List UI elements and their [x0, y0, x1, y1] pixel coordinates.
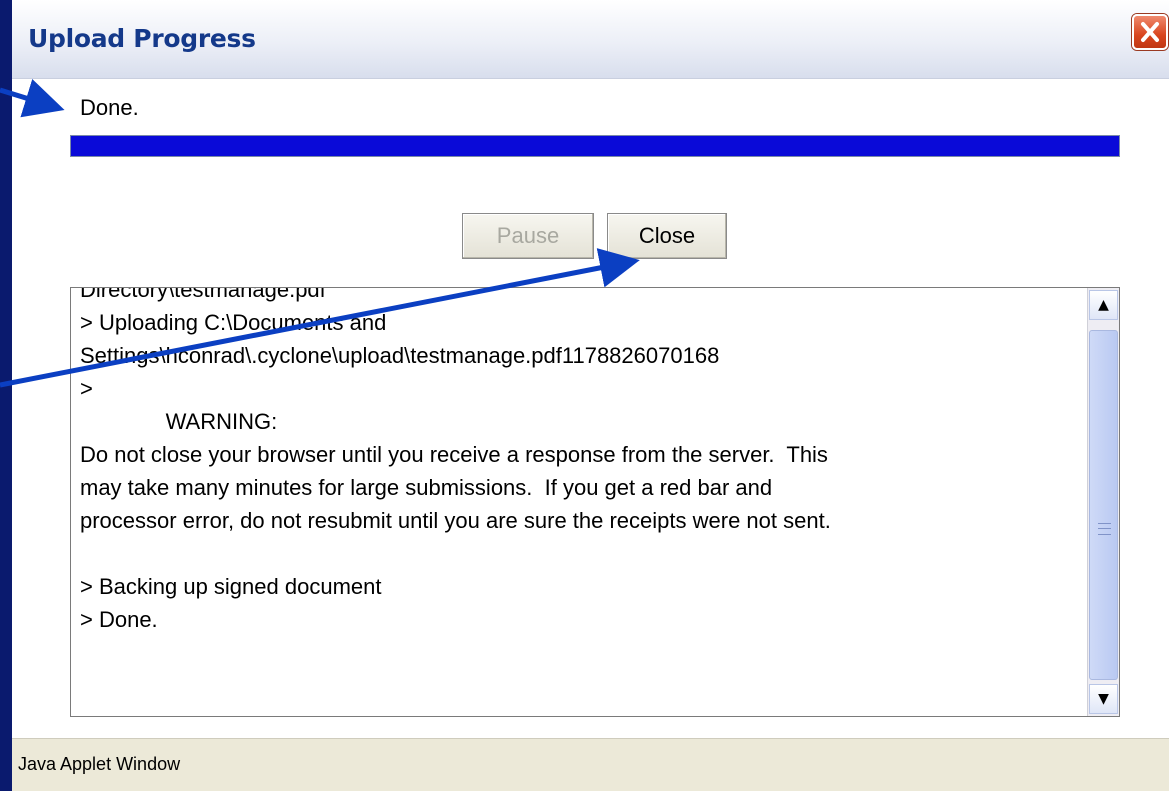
log-line: > Uploading C:\Documents and	[80, 310, 387, 335]
log-textarea[interactable]: Directory\testmanage.pdf > Uploading C:\D…	[70, 287, 1120, 717]
log-line: Settings\hconrad\.cyclone\upload\testman…	[80, 343, 720, 368]
log-line: > Backing up signed document	[80, 574, 382, 599]
applet-status-bar: Java Applet Window	[12, 738, 1169, 791]
log-line: Do not close your browser until you rece…	[80, 442, 828, 467]
title-bar[interactable]: Upload Progress	[12, 0, 1169, 79]
pause-button[interactable]: Pause	[462, 213, 594, 259]
log-line: Directory\testmanage.pdf	[80, 287, 326, 302]
scrollbar-thumb[interactable]	[1089, 330, 1118, 680]
scroll-up-arrow-icon[interactable]: ▲	[1089, 290, 1118, 320]
log-line: processor error, do not resubmit until y…	[80, 508, 831, 533]
window-title: Upload Progress	[28, 24, 256, 53]
upload-progress-window: Upload Progress Done. Pause Close Direct…	[12, 0, 1169, 791]
applet-status-text: Java Applet Window	[18, 754, 181, 774]
vertical-scrollbar[interactable]: ▲ ▼	[1087, 288, 1119, 716]
log-line: > Done.	[80, 607, 158, 632]
progress-bar	[70, 135, 1120, 157]
close-x-icon[interactable]	[1132, 14, 1168, 50]
log-line: WARNING:	[80, 409, 278, 434]
scroll-down-arrow-icon[interactable]: ▼	[1089, 684, 1118, 714]
log-line: may take many minutes for large submissi…	[80, 475, 773, 500]
log-text: Directory\testmanage.pdf > Uploading C:\D…	[80, 287, 1090, 636]
grip-icon	[1098, 523, 1111, 535]
close-button[interactable]: Close	[607, 213, 727, 259]
log-line: >	[80, 376, 93, 401]
status-text: Done.	[80, 95, 139, 120]
progress-bar-fill	[71, 136, 1119, 156]
